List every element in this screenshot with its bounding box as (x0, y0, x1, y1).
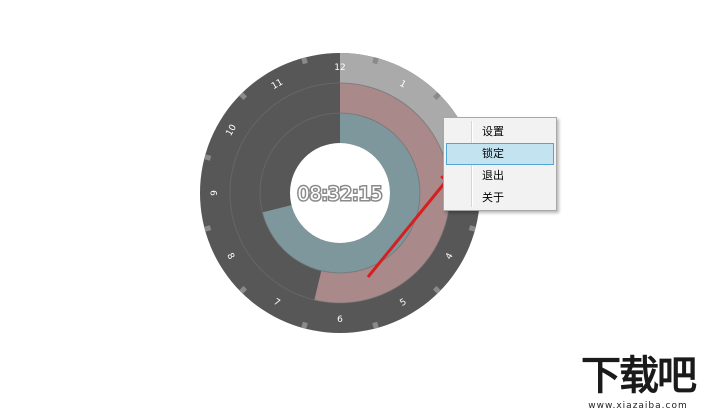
menu-item-about[interactable]: 关于 (446, 187, 554, 209)
hour-label-6: 6 (337, 315, 343, 325)
clock-tick (372, 321, 379, 329)
hour-label-12: 12 (334, 63, 345, 73)
clock-tick (372, 57, 379, 65)
clock-tick (204, 225, 212, 232)
menu-item-lock[interactable]: 锁定 (446, 143, 554, 165)
menu-item-exit[interactable]: 退出 (446, 165, 554, 187)
clock-tick (301, 57, 308, 65)
clock-tick (204, 154, 212, 161)
clock-tick (468, 225, 476, 232)
watermark-text: 下载吧 (581, 353, 697, 399)
clock-tick (301, 321, 308, 329)
clock-tick (432, 92, 441, 101)
watermark-url: www.xiazaiba.com (588, 401, 688, 411)
clock-tick (432, 285, 441, 294)
context-menu: 设置 锁定 退出 关于 (443, 117, 557, 211)
clock-tick (239, 92, 248, 101)
hour-label-9: 9 (210, 190, 220, 196)
menu-item-settings[interactable]: 设置 (446, 121, 554, 143)
watermark-logo: 下载吧 www.xiazaiba.com (566, 352, 710, 415)
clock-tick (239, 285, 248, 294)
time-display: 08:32:15 (297, 183, 382, 205)
